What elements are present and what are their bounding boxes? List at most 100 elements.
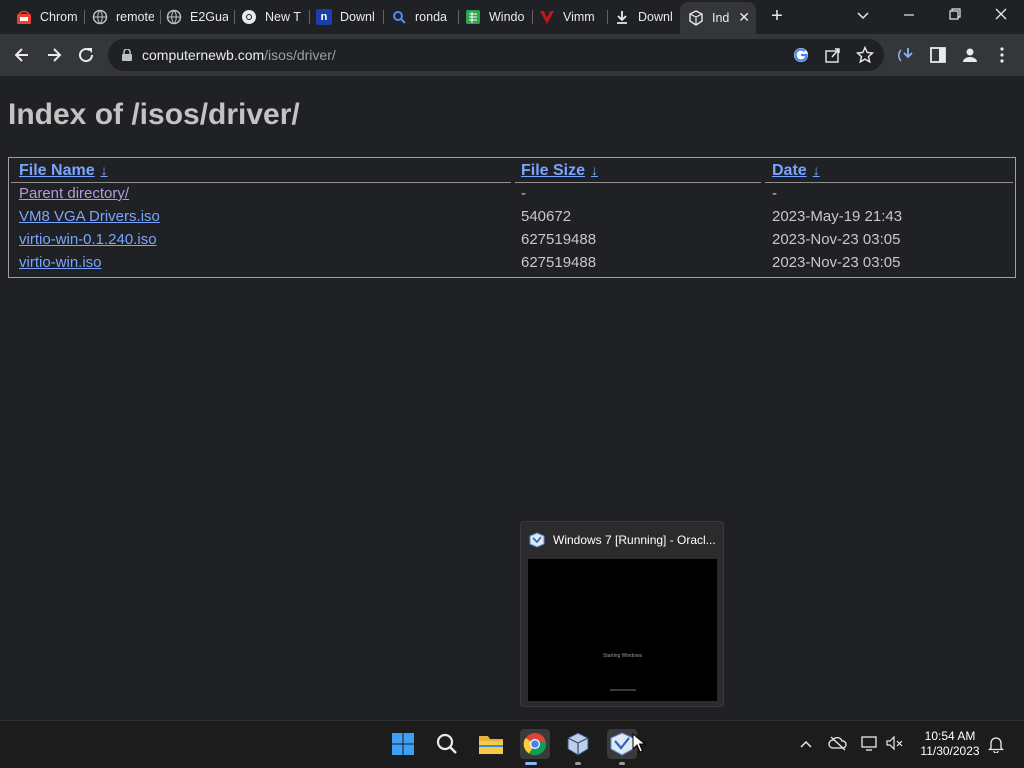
header-divider — [11, 182, 511, 183]
tab-label: Chrom — [40, 10, 78, 24]
menu-kebab-icon[interactable] — [992, 45, 1012, 65]
running-indicator — [575, 762, 581, 765]
screen: Chrom remote E2Gua New T n Downl ronda W… — [0, 0, 1024, 768]
reload-button[interactable] — [74, 43, 98, 67]
new-tab-button[interactable]: + — [766, 6, 788, 28]
chrome-web-store-icon — [16, 9, 32, 25]
tab-strip: Chrom remote E2Gua New T n Downl ronda W… — [0, 0, 1024, 34]
start-icon[interactable] — [388, 729, 418, 759]
sort-arrow-icon: ↓ — [591, 162, 599, 178]
volume-muted-icon[interactable] — [885, 735, 905, 755]
close-window-icon[interactable] — [990, 4, 1012, 26]
page-content: Index of /isos/driver/ File Name ↓ File S… — [0, 76, 1024, 720]
tab-1[interactable]: remote — [92, 4, 154, 30]
file-link[interactable]: virtio-win-0.1.240.iso — [19, 230, 157, 250]
chrome-icon[interactable] — [520, 729, 550, 759]
tab-label: Downl — [638, 10, 673, 24]
globe-icon — [92, 9, 108, 25]
restore-icon[interactable] — [944, 4, 966, 26]
tab-label: Windo — [489, 10, 525, 24]
tab-9-active[interactable]: Ind ✕ — [680, 2, 756, 34]
header-divider — [515, 182, 761, 183]
share-icon[interactable] — [824, 46, 842, 64]
col-header-date-label: Date — [772, 162, 807, 179]
col-header-date[interactable]: Date ↓ — [772, 162, 820, 182]
file-date: 2023-May-19 21:43 — [772, 208, 903, 225]
file-date: 2023-Nov-23 03:05 — [772, 231, 901, 248]
file-listing-table: File Name ↓ File Size ↓ Date ↓ Parent direc… — [8, 157, 1016, 278]
url-text[interactable]: computernewb.com/isos/driver/ — [142, 47, 336, 63]
virtualbox-icon — [688, 10, 704, 26]
file-link[interactable]: VM8 VGA Drivers.iso — [19, 207, 160, 227]
forward-button[interactable] — [42, 43, 66, 67]
tab-4[interactable]: n Downl — [316, 4, 378, 30]
file-link[interactable]: virtio-win.iso — [19, 253, 102, 273]
page-title: Index of /isos/driver/ — [8, 98, 300, 131]
file-size: 627519488 — [521, 254, 597, 271]
tab-divider — [309, 10, 310, 24]
globe-icon — [166, 9, 182, 25]
close-tab-icon[interactable]: ✕ — [738, 10, 750, 24]
header-divider — [765, 182, 1013, 183]
clock-date: 11/30/2023 — [920, 744, 980, 758]
tab-search-chevron-icon[interactable] — [853, 4, 873, 26]
boot-progress-bar — [610, 689, 636, 691]
minimize-icon[interactable] — [898, 4, 920, 26]
col-header-name[interactable]: File Name ↓ — [19, 162, 108, 182]
preview-thumbnail[interactable]: Starting Windows — [528, 559, 717, 701]
active-indicator — [525, 762, 537, 765]
sort-arrow-icon: ↓ — [100, 162, 108, 178]
tab-label: remote — [116, 10, 154, 24]
tab-divider — [607, 10, 608, 24]
file-link-parent[interactable]: Parent directory/ — [19, 184, 129, 204]
tab-label: E2Gua — [190, 10, 228, 24]
virtualbox-icon[interactable] — [563, 729, 593, 759]
back-button[interactable] — [10, 43, 34, 67]
tab-label: Ind — [712, 11, 730, 25]
tab-2[interactable]: E2Gua — [166, 4, 228, 30]
file-date: 2023-Nov-23 03:05 — [772, 254, 901, 271]
vimm-icon — [539, 9, 555, 25]
tab-8[interactable]: Downl — [614, 4, 676, 30]
search-icon[interactable] — [432, 729, 462, 759]
chrome-icon — [241, 9, 257, 25]
file-size: - — [521, 185, 526, 202]
tab-label: New T — [265, 10, 301, 24]
col-header-size-label: File Size — [521, 162, 586, 179]
tab-divider — [383, 10, 384, 24]
file-explorer-icon[interactable] — [476, 729, 506, 759]
download-progress-icon[interactable] — [898, 45, 918, 65]
tab-7[interactable]: Vimm — [539, 4, 601, 30]
running-indicator — [619, 762, 625, 765]
file-size: 540672 — [521, 208, 572, 225]
bookmark-star-icon[interactable] — [855, 45, 875, 64]
system-clock[interactable]: 10:54 AM 11/30/2023 — [914, 729, 986, 759]
tab-label: ronda — [415, 10, 447, 24]
tab-0[interactable]: Chrom — [16, 4, 78, 30]
col-header-size[interactable]: File Size ↓ — [521, 162, 598, 182]
virtualbox-vm-icon — [529, 532, 545, 548]
tab-5[interactable]: ronda — [391, 4, 453, 30]
network-icon[interactable] — [860, 735, 880, 755]
tab-divider — [234, 10, 235, 24]
preview-title: Windows 7 [Running] - Oracl... — [553, 533, 716, 547]
url-host: computernewb.com — [142, 47, 265, 63]
mouse-cursor-icon — [632, 733, 646, 753]
profile-avatar-icon[interactable] — [960, 45, 980, 65]
taskbar-window-preview[interactable]: Windows 7 [Running] - Oracl... Starting … — [520, 521, 724, 707]
tab-3[interactable]: New T — [241, 4, 303, 30]
preview-thumb-text: Starting Windows — [603, 653, 642, 659]
sort-arrow-icon: ↓ — [812, 162, 820, 178]
tab-divider — [532, 10, 533, 24]
onedrive-offline-icon[interactable] — [828, 735, 848, 755]
notification-bell-icon[interactable] — [986, 735, 1006, 757]
tab-divider — [458, 10, 459, 24]
show-hidden-icons-chevron-icon[interactable] — [796, 735, 816, 753]
address-bar[interactable]: computernewb.com/isos/driver/ — [108, 39, 884, 71]
tab-6[interactable]: Windo — [465, 4, 527, 30]
search-icon — [391, 9, 407, 25]
side-panel-icon[interactable] — [928, 45, 948, 65]
tab-label: Vimm — [563, 10, 595, 24]
google-lens-icon[interactable] — [792, 46, 810, 64]
file-size: 627519488 — [521, 231, 597, 248]
